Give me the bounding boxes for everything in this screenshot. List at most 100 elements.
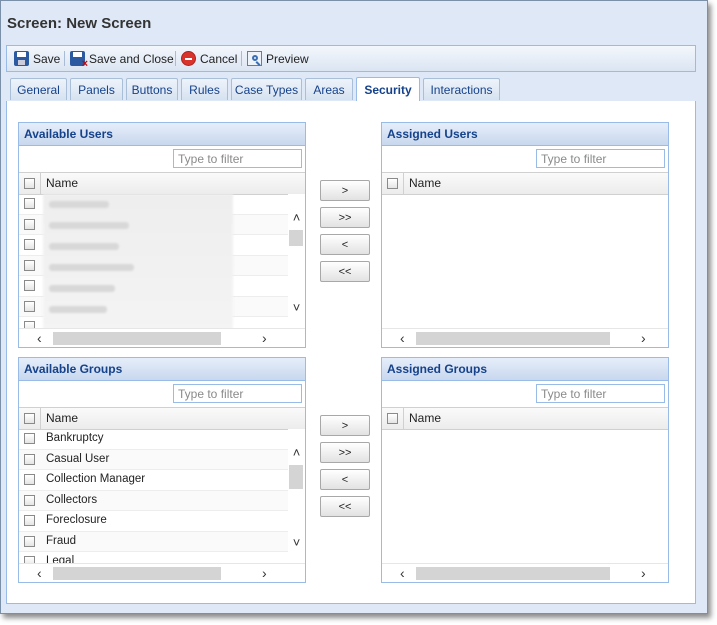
tab-general[interactable]: General (10, 78, 67, 100)
horizontal-scrollbar[interactable]: ‹ › (19, 328, 305, 347)
scroll-left-icon[interactable]: ‹ (400, 330, 405, 346)
row-checkbox[interactable] (24, 515, 35, 526)
grid-header: Name (382, 408, 668, 430)
horizontal-scrollbar[interactable]: ‹ › (382, 563, 668, 582)
tab-case-types[interactable]: Case Types (231, 78, 302, 100)
filter-bar (382, 146, 668, 173)
tab-security[interactable]: Security (356, 77, 420, 101)
toolbar: Save Save and Close Cancel Preview (6, 45, 696, 72)
scroll-thumb[interactable] (289, 465, 303, 489)
add-user-button[interactable]: > (320, 180, 370, 201)
add-all-groups-button[interactable]: >> (320, 442, 370, 463)
preview-button[interactable]: Preview (247, 46, 309, 71)
tab-buttons[interactable]: Buttons (126, 78, 178, 100)
header-checkbox-cell (382, 173, 404, 194)
toolbar-separator (241, 51, 242, 66)
available-users-filter-input[interactable] (173, 149, 302, 168)
row-checkbox[interactable] (24, 494, 35, 506)
name-column-header[interactable]: Name (409, 176, 441, 190)
scroll-thumb[interactable] (53, 332, 221, 345)
header-checkbox-cell (19, 173, 41, 194)
tab-rules[interactable]: Rules (181, 78, 228, 100)
list-item[interactable]: Collectors (19, 490, 289, 511)
header-checkbox-cell (19, 408, 41, 429)
select-all-checkbox[interactable] (387, 178, 398, 189)
row-checkbox[interactable] (24, 453, 35, 465)
scroll-left-icon[interactable]: ‹ (37, 330, 42, 346)
scroll-up-icon[interactable]: ˄ (291, 211, 302, 224)
assigned-groups-filter-input[interactable] (536, 384, 665, 403)
horizontal-scrollbar[interactable]: ‹ › (382, 328, 668, 347)
scroll-left-icon[interactable]: ‹ (37, 565, 42, 581)
remove-all-users-button[interactable]: << (320, 261, 370, 282)
scroll-right-icon[interactable]: › (262, 565, 267, 581)
remove-all-groups-button[interactable]: << (320, 496, 370, 517)
scroll-thumb[interactable] (289, 230, 303, 246)
scroll-right-icon[interactable]: › (262, 330, 267, 346)
row-checkbox[interactable] (24, 198, 35, 209)
name-column-header[interactable]: Name (46, 176, 78, 190)
scroll-up-icon[interactable]: ˄ (291, 446, 302, 459)
preview-label: Preview (266, 51, 309, 66)
select-all-checkbox[interactable] (24, 413, 35, 424)
scroll-thumb[interactable] (416, 332, 610, 345)
list-item[interactable]: Foreclosure (19, 511, 289, 532)
available-groups-list: Bankruptcy Casual User Collection Manage… (19, 429, 289, 565)
scroll-thumb[interactable] (53, 567, 221, 580)
header-checkbox-cell (382, 408, 404, 429)
cancel-button[interactable]: Cancel (181, 46, 237, 71)
vertical-scrollbar[interactable]: ˄ ˅ (288, 194, 305, 330)
scroll-left-icon[interactable]: ‹ (400, 565, 405, 581)
select-all-checkbox[interactable] (24, 178, 35, 189)
row-checkbox[interactable] (24, 474, 35, 485)
group-name: Casual User (46, 452, 110, 465)
save-close-icon (70, 51, 88, 70)
cancel-label: Cancel (200, 51, 238, 66)
panel-title: Assigned Users (382, 123, 668, 146)
name-column-header[interactable]: Name (46, 411, 78, 425)
grid-header: Name (382, 173, 668, 195)
row-checkbox[interactable] (24, 300, 35, 312)
list-item[interactable]: Collection Manager (19, 470, 289, 491)
save-and-close-button[interactable]: Save and Close (70, 46, 174, 71)
security-tab-content: Available Users Name (6, 101, 696, 604)
save-close-label: Save and Close (89, 51, 174, 66)
select-all-checkbox[interactable] (387, 413, 398, 424)
row-checkbox[interactable] (24, 280, 35, 291)
name-column-header[interactable]: Name (409, 411, 441, 425)
add-group-button[interactable]: > (320, 415, 370, 436)
list-item[interactable]: Fraud (19, 531, 289, 552)
row-checkbox[interactable] (24, 218, 35, 230)
group-name: Bankruptcy (46, 432, 104, 444)
panel-title: Available Groups (19, 358, 305, 381)
scroll-down-icon[interactable]: ˅ (291, 301, 302, 314)
toolbar-separator (64, 51, 65, 66)
list-item[interactable]: Bankruptcy (19, 429, 289, 450)
available-groups-panel: Available Groups Name Bankruptcy Casual … (18, 357, 306, 583)
preview-icon (247, 51, 262, 66)
row-checkbox[interactable] (24, 433, 35, 444)
scroll-thumb[interactable] (416, 567, 610, 580)
panel-title: Assigned Groups (382, 358, 668, 381)
scroll-down-icon[interactable]: ˅ (291, 536, 302, 549)
scroll-right-icon[interactable]: › (641, 565, 646, 581)
tab-panels[interactable]: Panels (70, 78, 123, 100)
tab-strip: General Panels Buttons Rules Case Types … (6, 73, 696, 102)
remove-user-button[interactable]: < (320, 234, 370, 255)
scroll-right-icon[interactable]: › (641, 330, 646, 346)
save-button[interactable]: Save (14, 46, 60, 71)
list-item[interactable]: Casual User (19, 449, 289, 470)
assigned-users-filter-input[interactable] (536, 149, 665, 168)
tab-areas[interactable]: Areas (305, 78, 353, 100)
add-all-users-button[interactable]: >> (320, 207, 370, 228)
row-checkbox[interactable] (24, 239, 35, 250)
row-checkbox[interactable] (24, 259, 35, 271)
save-icon (14, 51, 29, 66)
remove-group-button[interactable]: < (320, 469, 370, 490)
available-groups-filter-input[interactable] (173, 384, 302, 403)
vertical-scrollbar[interactable]: ˄ ˅ (288, 429, 305, 565)
row-checkbox[interactable] (24, 535, 35, 547)
panel-title: Available Users (19, 123, 305, 146)
tab-interactions[interactable]: Interactions (423, 78, 500, 100)
horizontal-scrollbar[interactable]: ‹ › (19, 563, 305, 582)
